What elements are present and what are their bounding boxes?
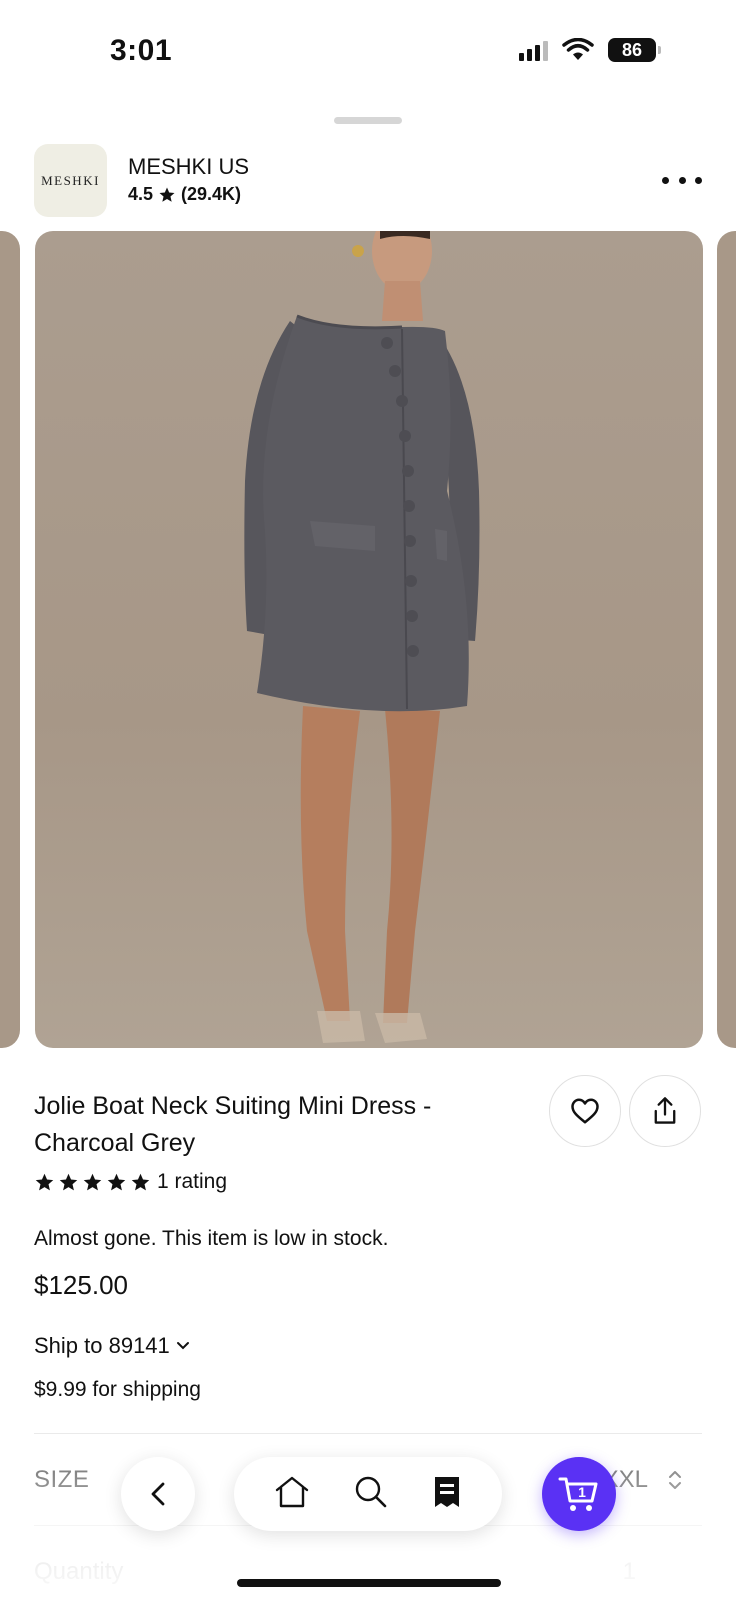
store-header: MESHKI MESHKI US 4.5 (29.4K)	[34, 144, 702, 218]
star-icon	[107, 1173, 126, 1190]
status-bar: 3:01 86	[0, 0, 736, 100]
carousel-next-image[interactable]	[717, 231, 736, 1048]
bottom-nav-bar	[234, 1457, 502, 1531]
store-rating-value: 4.5	[128, 184, 154, 204]
product-image[interactable]	[35, 231, 703, 1048]
shipping-cost: $9.99 for shipping	[34, 1378, 201, 1401]
nav-search[interactable]	[354, 1475, 388, 1514]
store-name[interactable]: MESHKI US	[128, 154, 249, 180]
star-icon	[131, 1173, 150, 1190]
rating-count: 1 rating	[157, 1170, 228, 1193]
cellular-signal-icon	[519, 39, 548, 61]
quantity-label: Quantity	[34, 1558, 124, 1585]
product-price: $125.00	[34, 1270, 128, 1300]
product-photo	[244, 231, 480, 1043]
chevron-left-icon	[151, 1482, 165, 1506]
quantity-value[interactable]: 1	[623, 1558, 636, 1586]
search-icon	[355, 1476, 387, 1507]
store-rating: 4.5 (29.4K)	[128, 184, 241, 205]
share-icon	[654, 1097, 676, 1124]
cart-button[interactable]: 1	[542, 1457, 616, 1531]
more-icon	[662, 176, 669, 184]
status-icons: 86	[519, 38, 661, 62]
chevron-down-icon	[176, 1342, 189, 1350]
star-icon	[159, 187, 175, 202]
back-button[interactable]	[121, 1457, 195, 1531]
stock-message: Almost gone. This item is low in stock.	[34, 1227, 389, 1250]
store-logo[interactable]: MESHKI	[34, 144, 107, 217]
more-options-button[interactable]	[662, 170, 702, 190]
nav-home[interactable]	[274, 1475, 310, 1514]
store-review-count: (29.4K)	[181, 184, 242, 204]
cart-icon: 1	[558, 1477, 598, 1511]
heart-icon	[571, 1098, 599, 1124]
product-rating[interactable]: 1 rating	[34, 1170, 227, 1194]
size-label: SIZE	[34, 1466, 90, 1493]
nav-orders[interactable]	[432, 1475, 462, 1514]
chevron-updown-icon[interactable]	[668, 1468, 682, 1492]
favorite-button[interactable]	[549, 1075, 621, 1147]
ship-to-label: Ship to 89141	[34, 1333, 170, 1358]
status-time: 3:01	[110, 34, 173, 67]
star-icon	[83, 1173, 102, 1190]
divider	[34, 1433, 702, 1434]
star-icon	[59, 1173, 78, 1190]
home-indicator	[237, 1579, 501, 1587]
star-icon	[35, 1173, 54, 1190]
ship-to-selector[interactable]: Ship to 89141	[34, 1333, 190, 1359]
battery-icon: 86	[608, 38, 661, 62]
receipt-icon	[435, 1476, 459, 1507]
wifi-icon	[562, 38, 594, 60]
rating-stars	[34, 1172, 151, 1193]
home-icon	[275, 1476, 309, 1507]
sheet-grabber[interactable]	[334, 117, 402, 124]
product-title: Jolie Boat Neck Suiting Mini Dress - Cha…	[34, 1092, 432, 1157]
cart-count: 1	[578, 1484, 586, 1500]
share-button[interactable]	[629, 1075, 701, 1147]
carousel-prev-image[interactable]	[0, 231, 20, 1048]
